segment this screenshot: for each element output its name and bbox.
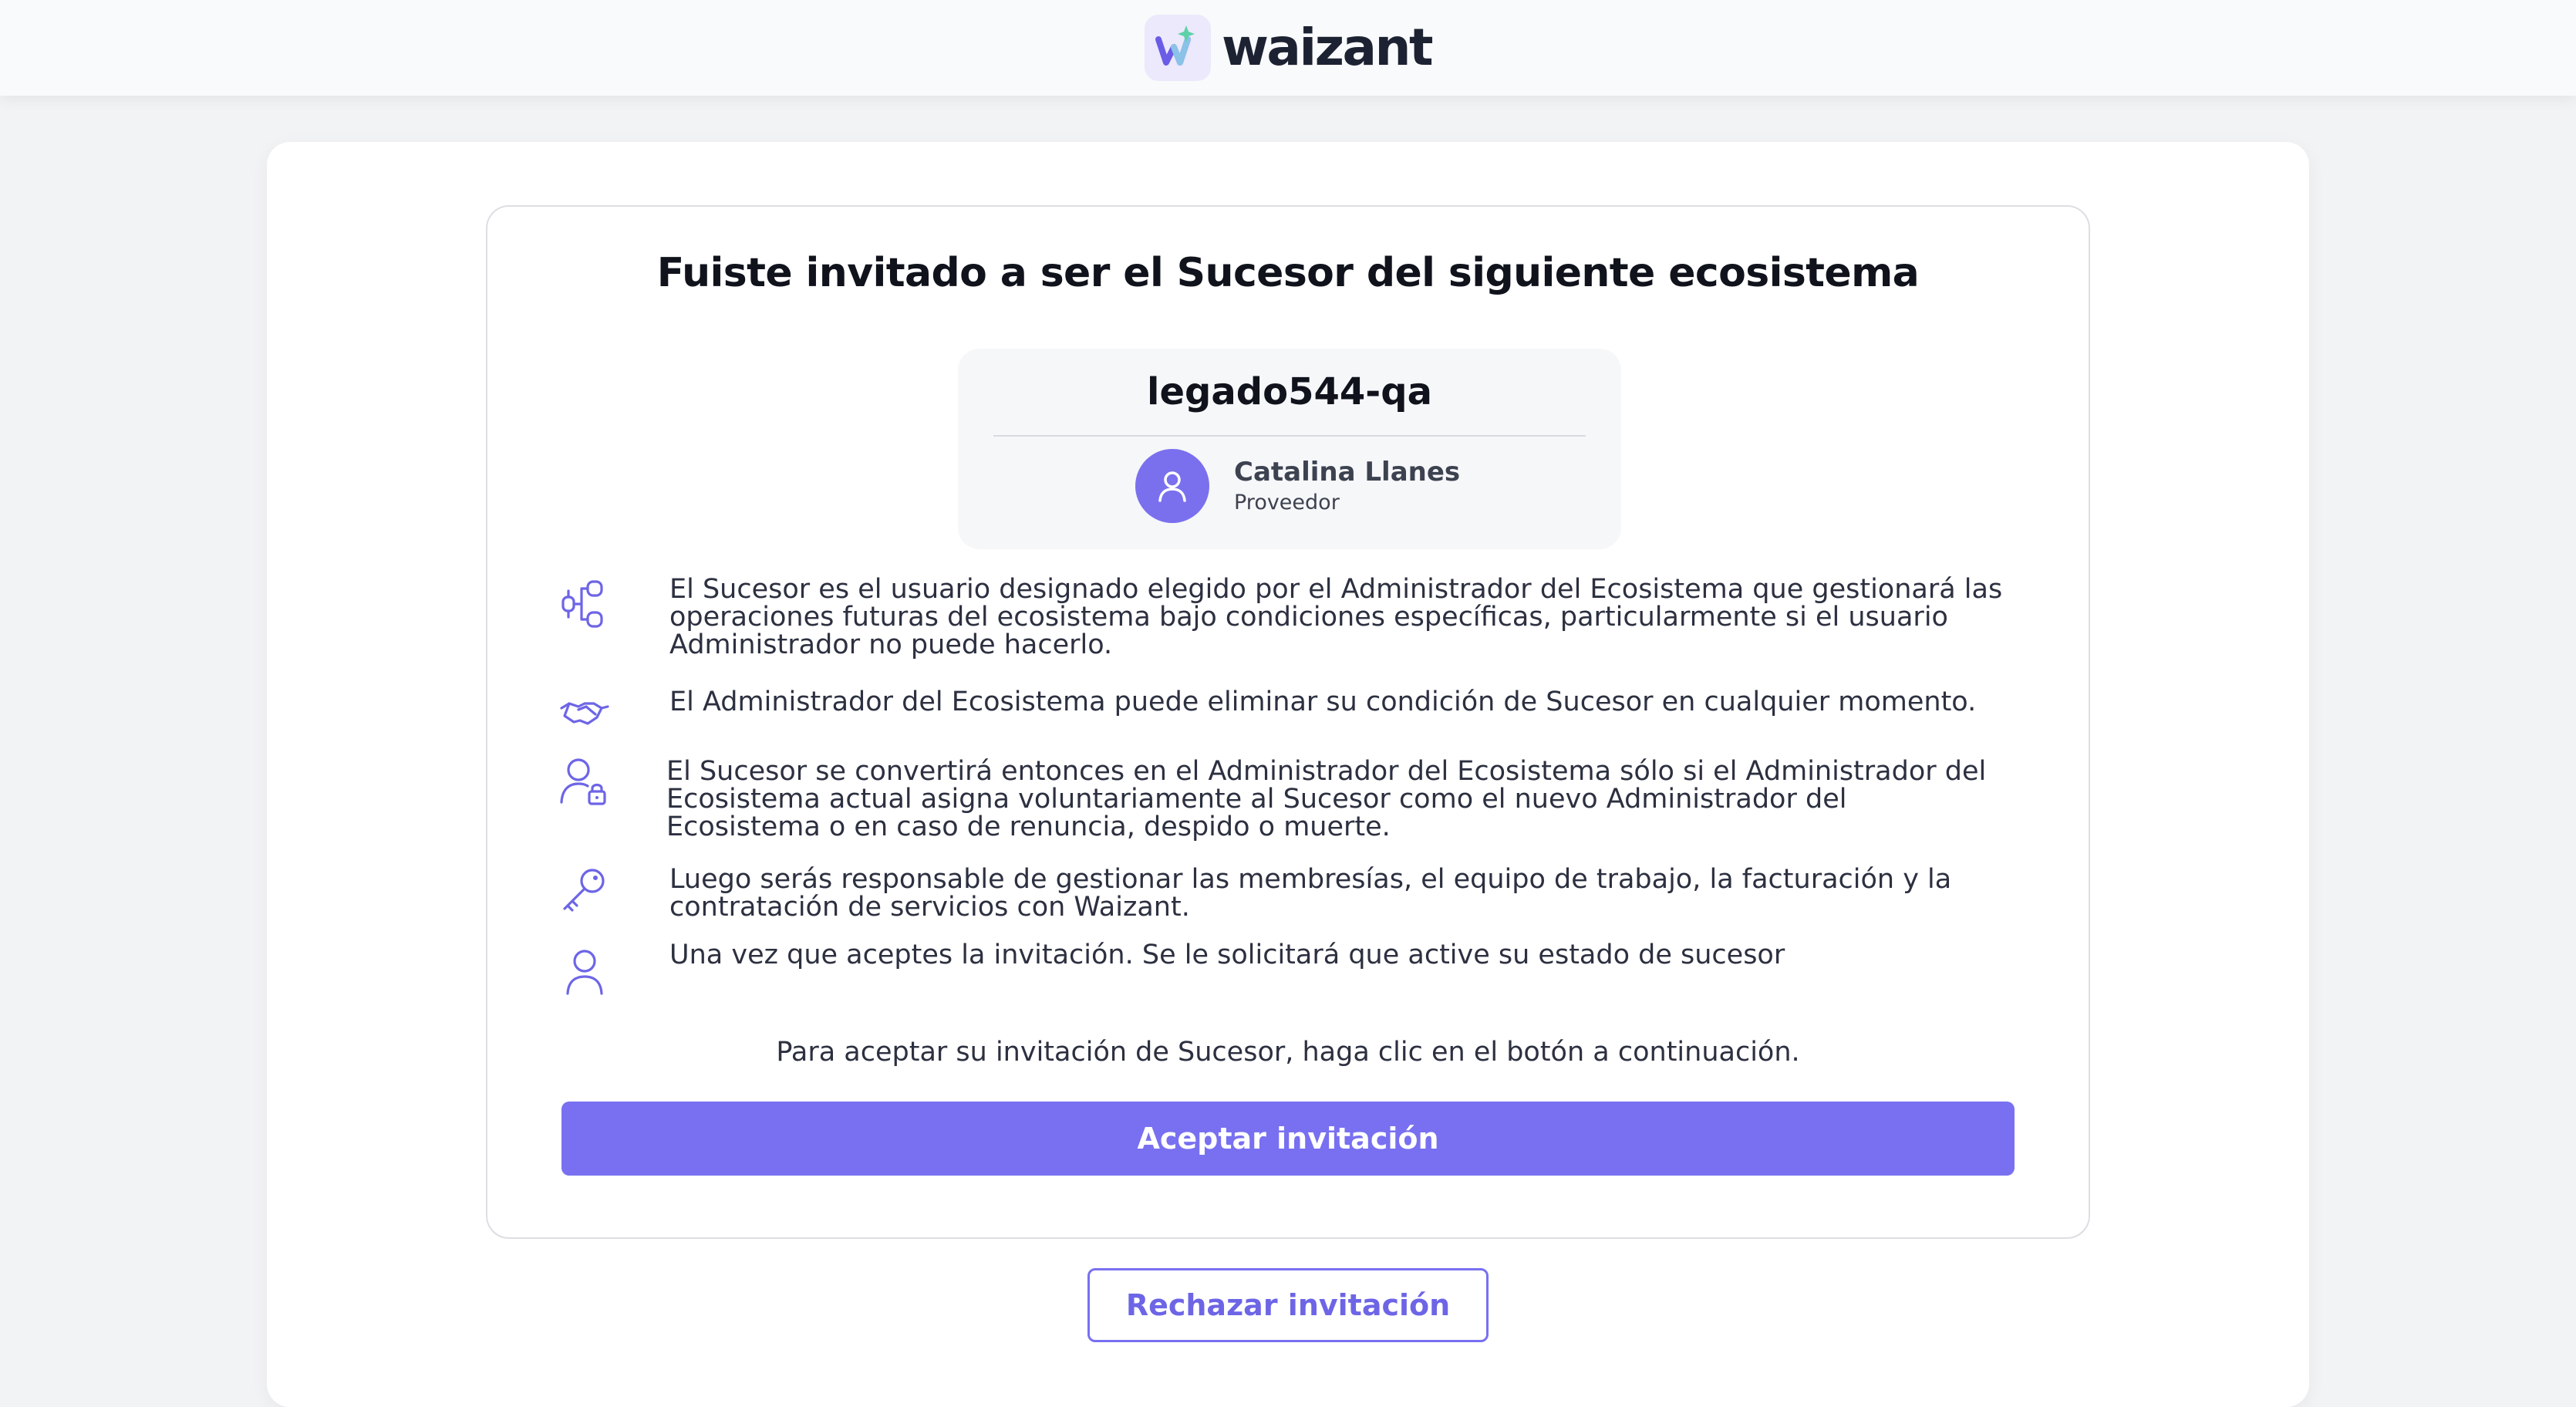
inviter-info: Catalina Llanes Proveedor xyxy=(1135,449,1460,523)
ecosystem-name: legado544-qa xyxy=(1147,370,1432,413)
feature-text: El Sucesor se convertirá entonces en el … xyxy=(666,756,1987,842)
invitation-title: Fuiste invitado a ser el Sucesor del sig… xyxy=(656,250,1920,296)
handshake-icon xyxy=(557,685,612,741)
user-icon xyxy=(1153,467,1192,505)
key-icon xyxy=(557,862,612,918)
user-icon xyxy=(557,946,612,1001)
waizant-logo-icon xyxy=(1144,15,1211,81)
accept-invitation-button[interactable]: Aceptar invitación xyxy=(561,1102,2015,1176)
top-bar: waizant xyxy=(0,0,2576,96)
reject-invitation-button[interactable]: Rechazar invitación xyxy=(1087,1268,1489,1342)
hierarchy-icon xyxy=(557,577,612,633)
invitation-card: Fuiste invitado a ser el Sucesor del sig… xyxy=(486,205,2090,1239)
feature-text: El Administrador del Ecosistema puede el… xyxy=(669,687,1977,717)
feature-text: Luego serás responsable de gestionar las… xyxy=(669,864,1952,923)
accept-instructions: Para aceptar su invitación de Sucesor, h… xyxy=(776,1037,1800,1068)
page-card: Fuiste invitado a ser el Sucesor del sig… xyxy=(267,142,2309,1407)
logo-text: waizant xyxy=(1221,18,1434,77)
feature-text: Una vez que aceptes la invitación. Se le… xyxy=(669,940,1785,970)
avatar xyxy=(1135,449,1209,523)
divider xyxy=(993,435,1586,437)
feature-text: El Sucesor es el usuario designado elegi… xyxy=(669,574,2003,660)
ecosystem-box: legado544-qa Catalina Llanes Proveedor xyxy=(958,349,1621,549)
logo[interactable]: waizant xyxy=(1144,15,1434,81)
user-lock-icon xyxy=(557,754,612,810)
inviter-name: Catalina Llanes xyxy=(1234,457,1461,488)
inviter-role: Proveedor xyxy=(1234,491,1340,515)
